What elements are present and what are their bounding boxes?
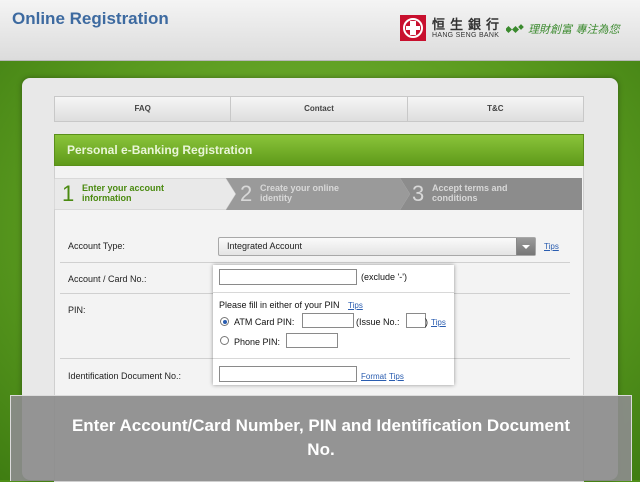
id-doc-format-link[interactable]: Format [361, 372, 386, 381]
step-2: 2 Create your online identity [232, 178, 402, 210]
registration-header: Personal e-Banking Registration [54, 134, 584, 166]
hang-seng-logo-icon [400, 15, 426, 41]
row-divider [213, 292, 454, 293]
top-bar: Online Registration 恒生銀行 HANG SENG BANK … [0, 0, 640, 61]
id-doc-input[interactable] [219, 366, 357, 382]
step-2-number: 2 [240, 181, 253, 206]
step-1-number: 1 [62, 181, 75, 206]
phone-pin-radio[interactable] [220, 336, 229, 345]
id-doc-label: Identification Document No.: [68, 371, 182, 381]
step-1: 1 Enter your account information [54, 178, 224, 210]
bank-name-en: HANG SENG BANK [432, 32, 500, 39]
row-divider [60, 262, 570, 263]
issue-no-input[interactable] [406, 313, 426, 328]
atm-pin-label: ATM Card PIN: [234, 317, 295, 327]
input-highlight-box: (exclude '-') Please fill in either of y… [213, 265, 454, 385]
caption-overlay: Enter Account/Card Number, PIN and Ident… [10, 395, 632, 481]
caption-text: Enter Account/Card Number, PIN and Ident… [71, 416, 571, 459]
step-2-label: Create your online identity [260, 183, 340, 203]
id-doc-tips-link[interactable]: Tips [389, 372, 404, 381]
phone-pin-input[interactable] [286, 333, 338, 348]
atm-pin-input[interactable] [302, 313, 354, 328]
bank-slogan: 理財創富 專注為您 [528, 23, 620, 36]
tab-terms[interactable]: T&C [408, 97, 583, 121]
pin-label: PIN: [68, 305, 86, 315]
account-type-tips-link[interactable]: Tips [544, 242, 559, 251]
slogan-mark-icon [506, 24, 524, 34]
account-type-label: Account Type: [68, 241, 125, 251]
registration-title: Personal e-Banking Registration [67, 143, 253, 157]
chevron-down-icon[interactable] [516, 238, 535, 255]
row-divider [213, 358, 454, 359]
atm-pin-tips-link[interactable]: Tips [431, 318, 446, 327]
phone-pin-label: Phone PIN: [234, 337, 281, 347]
account-type-value: Integrated Account [227, 241, 303, 251]
pin-tips-link[interactable]: Tips [348, 301, 363, 310]
issue-no-close: ) [425, 317, 428, 327]
atm-pin-radio[interactable] [220, 317, 229, 326]
tab-faq[interactable]: FAQ [55, 97, 232, 121]
account-card-label: Account / Card No.: [68, 274, 147, 284]
exclude-hint: (exclude '-') [361, 272, 407, 282]
tab-contact[interactable]: Contact [231, 97, 408, 121]
step-3: 3 Accept terms and conditions [404, 178, 574, 210]
step-3-number: 3 [412, 181, 425, 206]
bank-name-cn: 恒生銀行 [432, 18, 505, 33]
step-1-label: Enter your account information [82, 183, 165, 203]
account-type-select[interactable]: Integrated Account [218, 237, 536, 256]
issue-no-label: (Issue No.: [356, 317, 400, 327]
step-3-label: Accept terms and conditions [432, 183, 508, 203]
account-card-input[interactable] [219, 269, 357, 285]
nav-tabs: FAQ Contact T&C [54, 96, 584, 122]
pin-hint: Please fill in either of your PIN [219, 300, 340, 310]
step-indicator: 1 Enter your account information 2 Creat… [54, 178, 582, 210]
app-title: Online Registration [12, 9, 169, 28]
